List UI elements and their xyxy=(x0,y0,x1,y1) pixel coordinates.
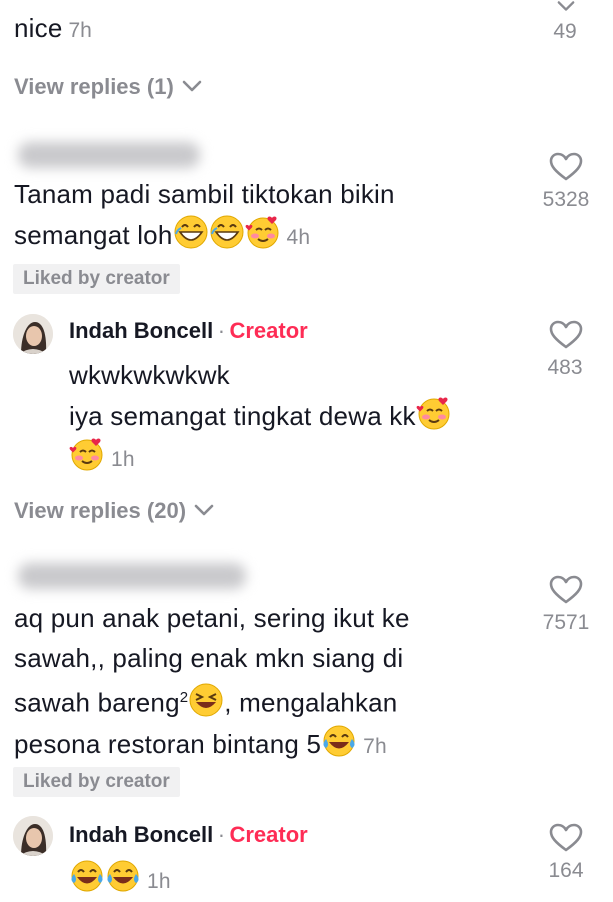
separator-dot: · xyxy=(217,318,226,343)
reply-time: 1h xyxy=(147,870,171,893)
separator-dot: · xyxy=(217,822,226,847)
like-count: 5328 xyxy=(542,188,590,211)
reply-line-text: iya semangat tingkat dewa kk xyxy=(69,401,416,431)
reply-text-block: wkwkwkwkwk iya semangat tingkat dewa kk … xyxy=(69,355,452,480)
author-name[interactable]: Indah Boncell xyxy=(69,822,213,847)
comment-time: 4h xyxy=(286,226,311,249)
author-name[interactable]: Indah Boncell xyxy=(69,318,213,343)
smiling-hearts-emoji-icon xyxy=(245,214,281,250)
grinning-sweat-emoji-icon xyxy=(173,214,209,250)
avatar[interactable] xyxy=(13,314,53,354)
comment-line: aq pun anak petani, sering ikut ke xyxy=(14,603,410,633)
view-replies-button[interactable]: View replies (20) xyxy=(14,498,214,524)
tears-of-joy-emoji-icon xyxy=(105,858,141,894)
comment-line: semangat loh 4h xyxy=(14,214,395,258)
chevron-down-icon xyxy=(194,504,214,516)
smiling-hearts-emoji-icon xyxy=(69,436,105,472)
laughing-emoji-icon xyxy=(188,682,224,718)
creator-label: Creator xyxy=(229,822,308,847)
like-count: 7571 xyxy=(542,611,590,634)
heart-icon[interactable] xyxy=(549,320,583,350)
reply-time: 1h xyxy=(111,448,135,471)
heart-icon[interactable] xyxy=(549,575,583,605)
creator-label: Creator xyxy=(229,318,308,343)
liked-by-creator-badge: Liked by creator xyxy=(13,767,180,797)
like-count: 164 xyxy=(548,859,584,882)
avatar-image xyxy=(13,314,53,354)
comment-text-block: aq pun anak petani, sering ikut ke sawah… xyxy=(14,598,410,767)
username-blurred[interactable] xyxy=(18,563,246,589)
like-count: 483 xyxy=(547,356,583,379)
comment-line-text: pesona restoran bintang 5 xyxy=(14,728,322,759)
chevron-down-icon[interactable] xyxy=(557,0,575,12)
reply-line: 1h xyxy=(69,436,452,480)
comment-line: pesona restoran bintang 5 7h xyxy=(14,723,410,767)
smiling-hearts-emoji-icon xyxy=(416,395,452,431)
comment-line-text: sawah bareng xyxy=(14,687,180,718)
comment-time: 7h xyxy=(363,734,387,758)
grinning-sweat-emoji-icon xyxy=(209,214,245,250)
reply-text-block: 1h xyxy=(69,858,171,902)
comment-line-text: , mengalahkan xyxy=(224,687,398,718)
view-replies-button[interactable]: View replies (1) xyxy=(14,74,202,100)
like-count: 49 xyxy=(553,20,577,43)
avatar-image xyxy=(13,816,53,856)
chevron-down-icon xyxy=(182,80,202,92)
comment-line: sawah,, paling enak mkn siang di xyxy=(14,643,404,673)
reply-header: Indah Boncell · Creator xyxy=(69,318,308,344)
comment-nice: nice 7h xyxy=(14,8,92,48)
username-blurred[interactable] xyxy=(18,142,200,168)
reply-line: 1h xyxy=(69,858,171,902)
heart-icon[interactable] xyxy=(549,152,583,182)
liked-by-creator-badge: Liked by creator xyxy=(13,264,180,294)
reply-line: wkwkwkwkwk xyxy=(69,360,230,390)
heart-icon[interactable] xyxy=(549,823,583,853)
view-replies-label: View replies (1) xyxy=(14,74,174,99)
comment-line: Tanam padi sambil tiktokan bikin xyxy=(14,179,395,209)
comment-text: nice xyxy=(14,13,63,43)
avatar[interactable] xyxy=(13,816,53,856)
reply-header: Indah Boncell · Creator xyxy=(69,822,308,848)
superscript: 2 xyxy=(179,689,189,706)
tears-of-joy-emoji-icon xyxy=(69,858,105,894)
tears-of-joy-emoji-icon xyxy=(321,723,357,759)
comment-text-block: Tanam padi sambil tiktokan bikin semanga… xyxy=(14,174,395,258)
comment-time: 7h xyxy=(68,19,92,42)
reply-line: iya semangat tingkat dewa kk xyxy=(69,395,452,436)
comment-line: sawah bareng2 , mengalahkan xyxy=(14,678,410,723)
view-replies-label: View replies (20) xyxy=(14,498,187,523)
comment-line-text: semangat loh xyxy=(14,220,173,250)
